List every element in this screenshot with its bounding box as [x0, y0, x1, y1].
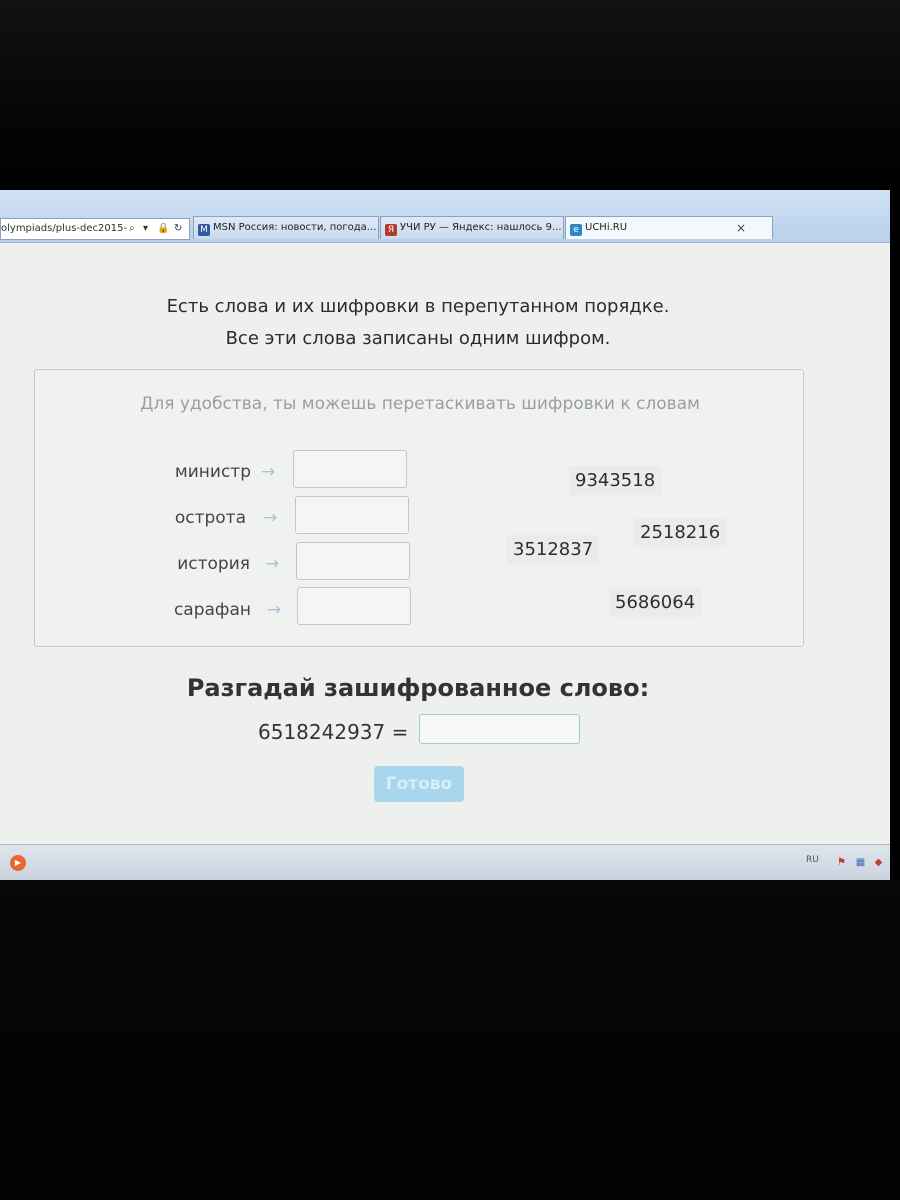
search-icon[interactable]: ⌕: [129, 219, 135, 239]
close-icon[interactable]: ×: [736, 217, 746, 239]
done-button[interactable]: Готово: [374, 766, 464, 802]
media-player-icon[interactable]: ▶: [10, 855, 26, 871]
yandex-icon: Я: [385, 224, 397, 236]
tab-yandex[interactable]: Я УЧИ РУ — Яндекс: нашлось 9...: [380, 216, 564, 239]
tab-uchi[interactable]: e UCHi.RU ×: [565, 216, 773, 239]
cipher-equation: 6518242937 =: [258, 720, 409, 744]
intro-line-2: Все эти слова записаны одним шифром.: [225, 328, 611, 349]
word-label: острота: [174, 508, 246, 528]
word-label: министр: [174, 462, 251, 482]
language-indicator[interactable]: RU: [806, 855, 819, 865]
ie-icon: e: [570, 224, 582, 236]
network-icon[interactable]: ▦: [855, 857, 866, 868]
drop-slot-3[interactable]: [296, 542, 410, 580]
intro-line-1: Есть слова и их шифровки в перепутанном …: [166, 296, 670, 317]
matching-panel: Для удобства, ты можешь перетаскивать ши…: [34, 369, 804, 647]
lock-icon: 🔒: [157, 223, 170, 234]
word-label: история: [177, 554, 250, 574]
answer-input[interactable]: [419, 714, 580, 744]
drop-slot-2[interactable]: [295, 496, 409, 534]
drop-slot-4[interactable]: [297, 587, 411, 625]
tab-label: UCHi.RU: [585, 222, 628, 233]
cipher-code-chip[interactable]: 9343518: [569, 466, 662, 495]
cipher-code-chip[interactable]: 3512837: [507, 535, 600, 564]
cipher-code-chip[interactable]: 2518216: [634, 518, 727, 547]
tab-label: УЧИ РУ — Яндекс: нашлось 9...: [400, 222, 562, 233]
cipher-code-chip[interactable]: 5686064: [609, 588, 702, 617]
taskbar: ▶ RU ⚑ ▦ ◆: [0, 844, 890, 880]
browser-tab-bar: olympiads/plus-dec2015- ⌕ ▾ 🔒 ↻ M MSN Рос…: [0, 190, 890, 243]
refresh-icon[interactable]: ↻: [174, 219, 182, 239]
arrow-right-icon: →: [265, 554, 280, 574]
address-bar[interactable]: olympiads/plus-dec2015- ⌕ ▾ 🔒 ↻: [0, 218, 190, 240]
drag-hint: Для удобства, ты можешь перетаскивать ши…: [140, 394, 700, 414]
tab-msn[interactable]: M MSN Россия: новости, погода...: [193, 216, 379, 239]
action-center-icon[interactable]: ⚑: [836, 857, 847, 868]
arrow-right-icon: →: [263, 508, 278, 528]
monitor-bezel-bottom: [0, 880, 900, 1200]
dropdown-icon[interactable]: ▾: [143, 219, 148, 239]
tab-label: MSN Россия: новости, погода...: [213, 222, 377, 233]
word-label: сарафан: [173, 600, 251, 620]
drop-slot-1[interactable]: [293, 450, 407, 488]
power-icon[interactable]: ◆: [873, 857, 884, 868]
msn-icon: M: [198, 224, 210, 236]
arrow-right-icon: →: [261, 462, 276, 482]
question-title: Разгадай зашифрованное слово:: [186, 674, 650, 702]
screen: olympiads/plus-dec2015- ⌕ ▾ 🔒 ↻ M MSN Рос…: [0, 190, 890, 880]
arrow-right-icon: →: [267, 600, 282, 620]
monitor-bezel-top: [0, 0, 900, 190]
address-text: olympiads/plus-dec2015-: [1, 223, 128, 234]
